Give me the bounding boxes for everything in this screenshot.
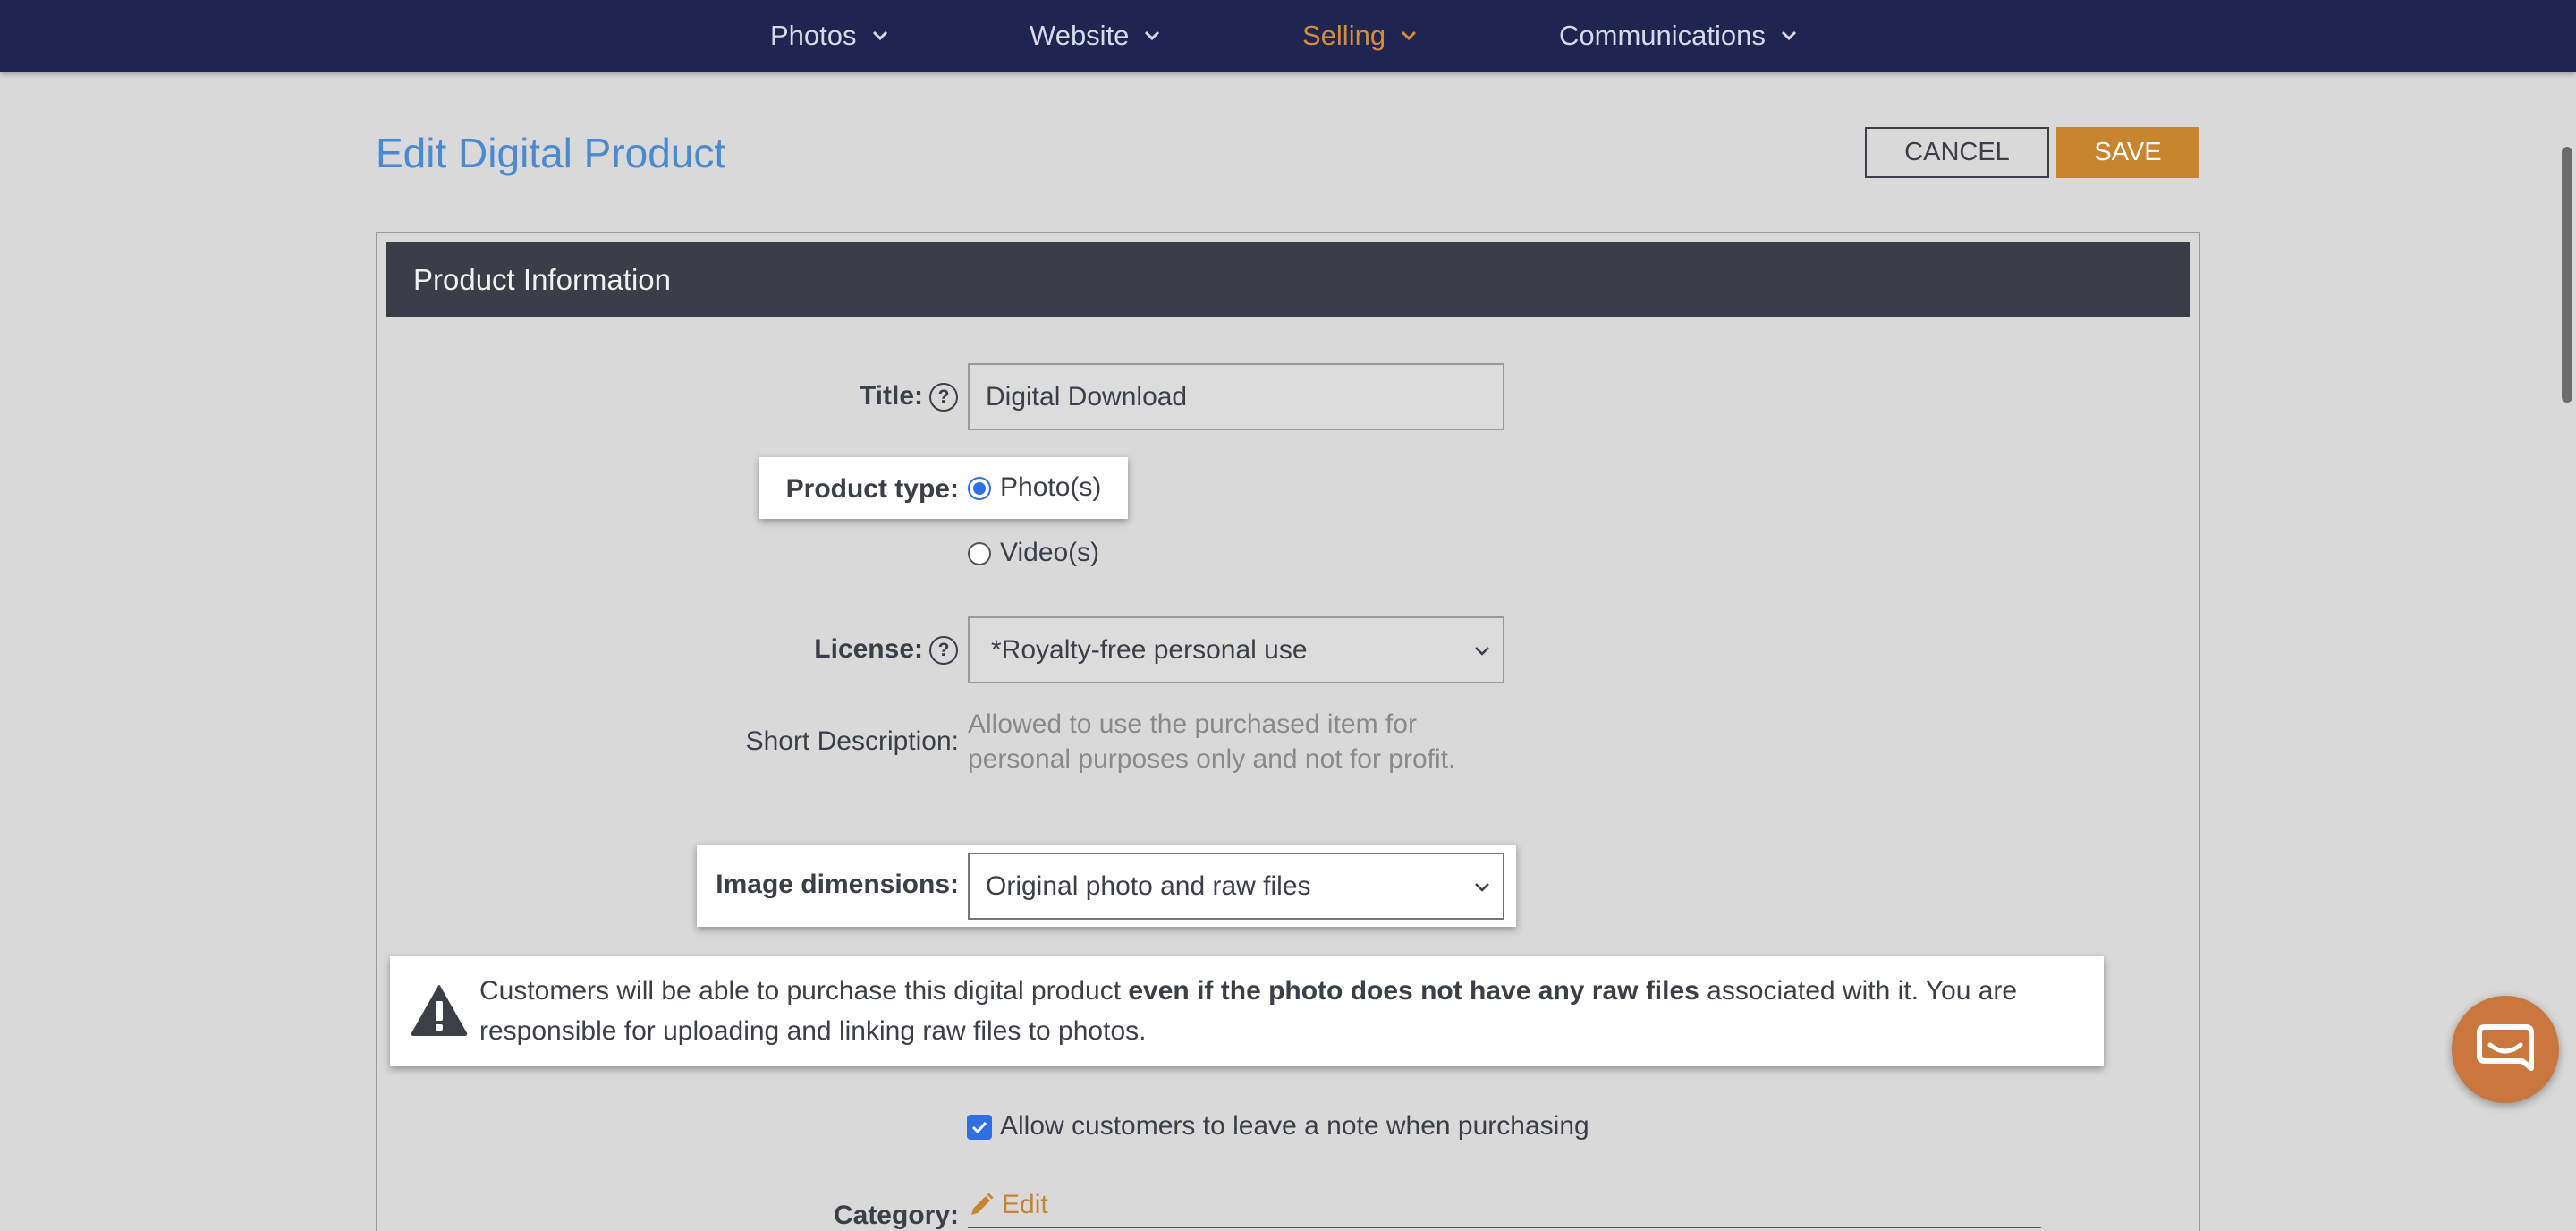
chevron-down-icon: [872, 30, 887, 41]
chevron-down-icon: [1145, 30, 1160, 41]
short-description-text: Allowed to use the purchased item for pe…: [968, 709, 1456, 774]
category-label: Category:: [833, 1201, 959, 1230]
title-input[interactable]: Digital Download: [968, 363, 1504, 430]
product-type-label: Product type:: [785, 474, 959, 504]
license-label: License:: [814, 634, 923, 664]
warning-text: Customers will be able to purchase this …: [479, 971, 2089, 1051]
image-dimensions-label: Image dimensions:: [716, 870, 959, 899]
image-dimensions-selected-value: Original photo and raw files: [986, 870, 1311, 901]
pencil-icon: [971, 1193, 994, 1215]
save-button[interactable]: SAVE: [2056, 127, 2199, 178]
nav-item-communications[interactable]: Communications: [1559, 0, 1798, 72]
category-divider: [968, 1227, 2041, 1228]
chat-bubble-icon: [2477, 1024, 2534, 1071]
nav-item-label: Selling: [1302, 20, 1386, 51]
title-label: Title:: [859, 381, 923, 411]
top-navigation: Photos Website Selling Communications: [0, 0, 2576, 72]
radio-videos[interactable]: [968, 542, 991, 565]
category-edit-link[interactable]: Edit: [968, 1190, 1048, 1220]
short-description-label: Short Description:: [745, 726, 959, 756]
nav-item-photos[interactable]: Photos: [770, 0, 889, 72]
checkmark-icon: [971, 1121, 987, 1134]
chevron-down-icon: [1475, 647, 1489, 656]
panel-title: Product Information: [413, 262, 671, 296]
question-circle-icon[interactable]: ?: [929, 636, 958, 665]
warning-text-pre: Customers will be able to purchase this …: [479, 976, 1129, 1006]
chat-button[interactable]: [2452, 996, 2559, 1103]
allow-note-label: Allow customers to leave a note when pur…: [1000, 1111, 1589, 1141]
warning-triangle-icon: [411, 985, 468, 1036]
license-selected-value: *Royalty-free personal use: [991, 634, 1308, 665]
image-dimensions-select[interactable]: Original photo and raw files: [968, 853, 1504, 920]
warning-text-bold: even if the photo does not have any raw …: [1128, 976, 1699, 1006]
raw-files-warning: Customers will be able to purchase this …: [390, 956, 2104, 1066]
license-select[interactable]: *Royalty-free personal use: [968, 616, 1504, 683]
chevron-down-icon: [1475, 883, 1489, 892]
scrollbar-thumb[interactable]: [2562, 147, 2572, 403]
edit-link-label: Edit: [1002, 1190, 1048, 1219]
radio-videos-label: Video(s): [1000, 538, 1100, 567]
allow-note-checkbox[interactable]: [967, 1115, 992, 1140]
question-circle-icon[interactable]: ?: [929, 383, 958, 412]
chevron-down-icon: [1402, 30, 1417, 41]
nav-item-label: Communications: [1559, 20, 1766, 51]
nav-item-label: Website: [1030, 20, 1130, 51]
cancel-button[interactable]: CANCEL: [1865, 127, 2049, 178]
nav-item-label: Photos: [770, 20, 857, 51]
nav-item-website[interactable]: Website: [1030, 0, 1161, 72]
nav-item-selling[interactable]: Selling: [1302, 0, 1418, 72]
chevron-down-icon: [1781, 30, 1796, 41]
radio-photos-label: Photo(s): [1000, 472, 1102, 502]
page-title: Edit Digital Product: [376, 130, 726, 176]
panel-header: Product Information: [386, 242, 2190, 317]
radio-photos[interactable]: [968, 477, 991, 500]
